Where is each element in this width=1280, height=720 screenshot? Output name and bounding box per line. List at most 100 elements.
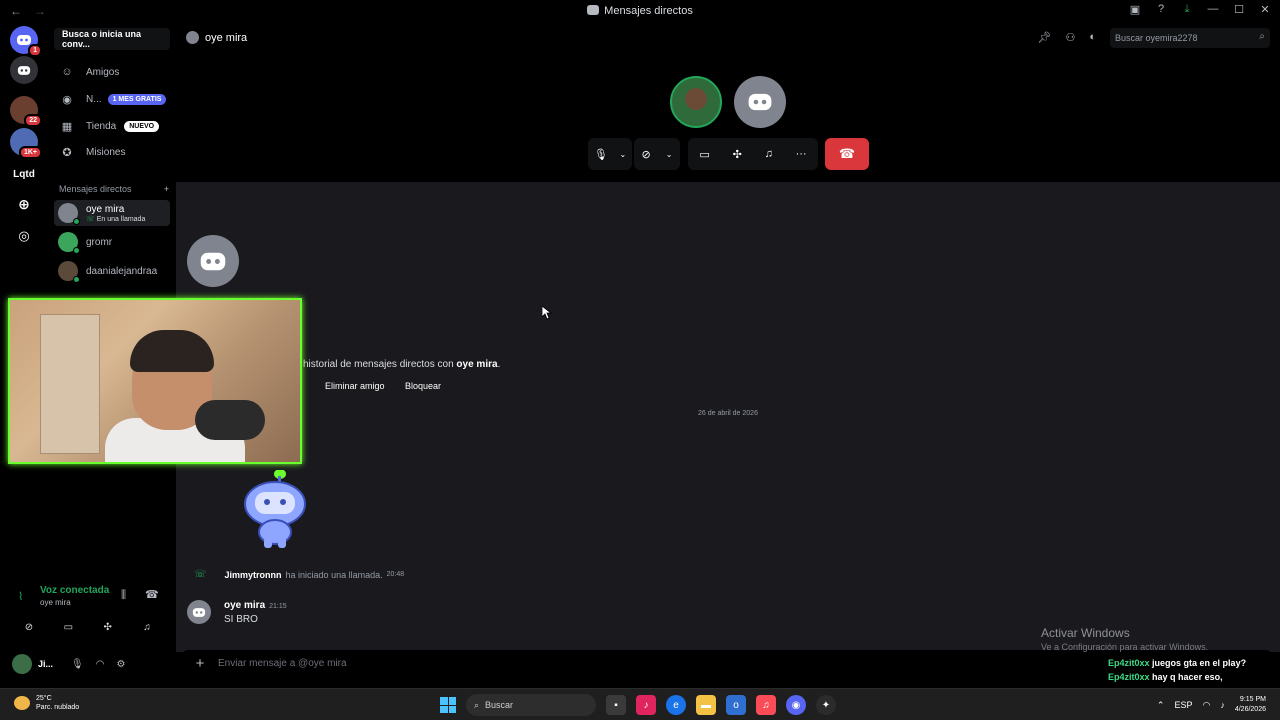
disconnect-button[interactable]: ☎ — [825, 138, 869, 170]
signal-icon[interactable]: ⌇ — [18, 590, 23, 603]
help-icon[interactable]: ? — [1154, 3, 1168, 16]
block-button[interactable]: Bloquear — [405, 381, 441, 395]
windows-taskbar: 25°C Parc. nublado ⌕ Buscar ▪ ♪ e ▬ o ♫ ◉… — [0, 688, 1280, 720]
avatar — [58, 261, 80, 283]
mic-control[interactable]: 🎙︎ ⌄ — [588, 138, 632, 170]
wifi-icon[interactable]: ◠ — [1202, 700, 1210, 711]
download-icon[interactable]: ⤓ — [1180, 3, 1194, 16]
screen-share-icon[interactable]: ▭ — [699, 148, 709, 161]
in-call-icon: ☏ — [86, 215, 97, 223]
unread-badge: 22 — [24, 114, 42, 127]
window-title-text: Mensajes directos — [604, 5, 693, 17]
chevron-down-icon[interactable]: ⌄ — [666, 150, 673, 159]
find-conversation-button[interactable]: Busca o inicia una conv... — [54, 28, 170, 50]
message-author[interactable]: oye mira — [224, 600, 265, 611]
headphones-icon[interactable]: ◠ — [96, 659, 105, 670]
activities-icon[interactable]: ✣ — [733, 148, 742, 161]
header-actions: 📌︎ ⚇ ◐ — [1038, 31, 1097, 44]
microphone-icon[interactable]: 🎙︎ — [71, 659, 84, 670]
close-button[interactable]: ✕ — [1258, 3, 1272, 16]
outlook-icon[interactable]: o — [726, 695, 746, 715]
sidebar-item-shop[interactable]: ▦ Tienda NUEVO — [56, 115, 172, 137]
taskbar-search[interactable]: ⌕ Buscar — [466, 694, 596, 716]
clock-date: 4/26/2026 — [1234, 706, 1266, 713]
camera-off-icon[interactable]: ⊘ — [18, 618, 40, 636]
soundboard-icon[interactable]: ♫ — [136, 618, 158, 636]
screen-share-icon[interactable]: ▭ — [57, 618, 79, 636]
server-icon[interactable] — [10, 56, 38, 84]
chevron-down-icon[interactable]: ⌄ — [619, 150, 626, 159]
dm-name: daanialejandraa — [86, 265, 158, 277]
sidebar-item-friends[interactable]: ☺ Amigos — [56, 61, 172, 83]
server-lqtd[interactable]: Lqtd — [10, 160, 38, 188]
server-icon[interactable]: 22 — [10, 96, 42, 127]
chat-user: Ep4zit0xx — [1108, 658, 1150, 668]
stream-chat-line: Ep4zit0xx hay q hacer eso, — [1108, 672, 1246, 682]
history-suffix: . — [497, 359, 501, 370]
file-explorer-icon[interactable]: ▬ — [696, 695, 716, 715]
chevron-up-icon[interactable]: ⌃ — [1157, 700, 1165, 711]
voice-channel-name[interactable]: oye mira — [40, 598, 71, 607]
server-icon[interactable]: 1K+ — [10, 128, 42, 159]
noise-suppression-icon[interactable]: ⫼ — [121, 589, 126, 602]
microphone-icon[interactable]: 🎙︎ — [594, 148, 608, 161]
hang-up-icon: ☎ — [838, 146, 856, 161]
message-input[interactable]: Enviar mensaje a @oye mira — [218, 658, 347, 669]
participant-avatar[interactable] — [734, 76, 786, 128]
sidebar-item-label: Misiones — [86, 146, 126, 158]
home-button[interactable]: 1 — [10, 26, 42, 57]
user-profile-icon[interactable]: ◐ — [1089, 31, 1096, 44]
edge-icon[interactable]: e — [666, 695, 686, 715]
more-icon[interactable]: ··· — [796, 148, 807, 160]
weather-widget[interactable]: 25°C Parc. nublado — [14, 694, 79, 712]
activities-icon[interactable]: ✣ — [97, 618, 119, 636]
chat-text: juegos gta en el play? — [1152, 658, 1247, 668]
pin-icon[interactable]: 📌︎ — [1038, 31, 1052, 44]
discord-taskbar-icon[interactable]: ◉ — [786, 695, 806, 715]
search-input[interactable]: Buscar oyemira2278 ⌕ — [1110, 28, 1270, 48]
settings-gear-icon[interactable]: ⚙ — [116, 659, 125, 670]
dm-item[interactable]: oye mira ☏ En una llamada — [54, 200, 170, 226]
inbox-icon[interactable]: ▣ — [1128, 3, 1142, 16]
dm-item[interactable]: gromr — [54, 229, 170, 255]
clock[interactable]: 9:15 PM 4/26/2026 — [1235, 695, 1266, 715]
streamer-hair — [130, 330, 214, 372]
username[interactable]: Ji... — [38, 659, 53, 669]
dm-item[interactable]: daanialejandraa — [54, 258, 170, 284]
camera-off-icon[interactable]: ⊘ — [642, 148, 651, 161]
participant-avatar[interactable] — [670, 76, 722, 128]
add-server-icon[interactable]: ⊕ — [10, 190, 38, 218]
soundboard-icon[interactable]: ♫ — [765, 148, 773, 160]
channel-name: oye mira — [205, 31, 248, 44]
window-controls: ▣ ? ⤓ — ☐ ✕ — [1128, 3, 1272, 16]
taskbar-search-label: Buscar — [485, 700, 514, 710]
maximize-button[interactable]: ☐ — [1232, 3, 1246, 16]
create-dm-button[interactable]: + — [164, 184, 169, 194]
attach-plus-icon[interactable]: + — [182, 655, 218, 672]
discover-icon[interactable]: ◎ — [10, 222, 38, 250]
message-author[interactable]: Jimmytronnn — [225, 570, 282, 580]
sidebar-item-nitro[interactable]: ◉ N... 1 MES GRATIS — [56, 88, 172, 110]
avatar[interactable] — [12, 654, 32, 674]
app-icon[interactable]: ✦ — [816, 695, 836, 715]
minimize-button[interactable]: — — [1206, 3, 1220, 16]
task-view-icon[interactable]: ▪ — [606, 695, 626, 715]
remove-friend-button[interactable]: Eliminar amigo — [325, 381, 385, 395]
dm-name: oye mira — [86, 203, 125, 215]
sidebar-item-quests[interactable]: ✪ Misiones — [56, 141, 172, 163]
language-indicator[interactable]: ESP — [1174, 700, 1192, 710]
discord-logo-icon — [748, 93, 772, 111]
start-button[interactable] — [440, 697, 456, 713]
camera-control[interactable]: ⊘ ⌄ — [634, 138, 680, 170]
new-badge: NUEVO — [124, 120, 160, 132]
call-system-message: ☏ Jimmytronnn ha iniciado una llamada. 2… — [194, 569, 404, 580]
tiktok-icon[interactable]: ♪ — [636, 695, 656, 715]
music-app-icon[interactable]: ♫ — [756, 695, 776, 715]
volume-icon[interactable]: ♪ — [1220, 700, 1225, 710]
cursor-icon — [542, 306, 552, 320]
search-icon: ⌕ — [1259, 31, 1265, 42]
add-friend-icon[interactable]: ⚇ — [1065, 31, 1075, 44]
avatar[interactable] — [187, 600, 211, 624]
disconnect-icon[interactable]: ☎ — [145, 588, 159, 601]
message-content: SI BRO — [224, 614, 258, 625]
